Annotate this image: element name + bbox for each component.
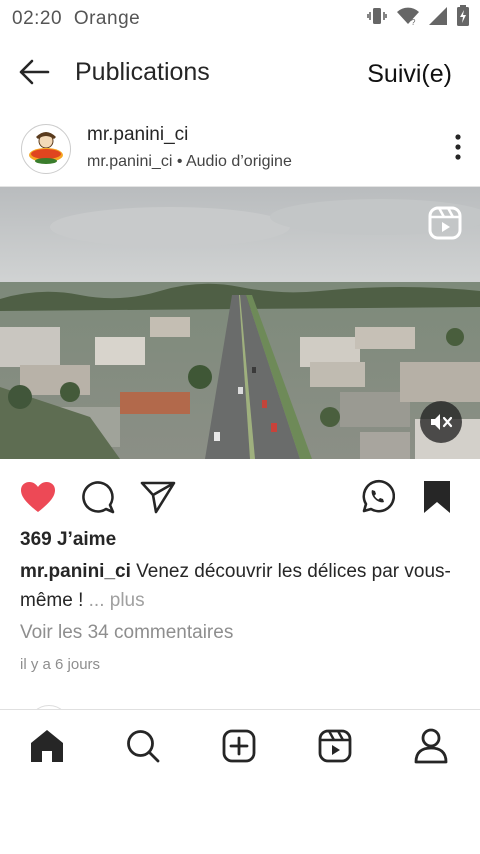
view-comments-link[interactable]: Voir les 34 commentaires: [20, 622, 233, 644]
video-frame: [0, 187, 480, 459]
share-button[interactable]: [139, 478, 177, 516]
bookmark-icon: [424, 481, 450, 513]
nav-profile[interactable]: [411, 726, 451, 766]
wifi-icon: ?: [396, 6, 420, 31]
muted-speaker-icon: [431, 414, 453, 430]
home-icon: [31, 730, 63, 762]
back-button[interactable]: [14, 54, 54, 90]
post-header: mr.panini_ci mr.panini_ci • Audio d’orig…: [0, 112, 480, 187]
like-button[interactable]: [19, 478, 57, 516]
reels-icon: [318, 729, 352, 763]
avatar[interactable]: [21, 124, 71, 174]
nav-search[interactable]: [123, 726, 163, 766]
post-caption: mr.panini_ci Venez découvrir les délices…: [20, 557, 460, 615]
status-bar: 02:20 Orange ?: [0, 0, 480, 36]
mute-toggle-button[interactable]: [420, 401, 462, 443]
nav-home[interactable]: [27, 726, 67, 766]
post-username[interactable]: mr.panini_ci: [87, 124, 188, 146]
carrier-name: Orange: [73, 8, 141, 29]
whatsapp-button[interactable]: [358, 478, 396, 516]
more-options-button[interactable]: [448, 132, 468, 162]
more-vertical-icon: [455, 134, 461, 160]
nav-create[interactable]: [219, 726, 259, 766]
audio-label[interactable]: Audio d’origine: [186, 153, 292, 170]
nav-reels[interactable]: [315, 726, 355, 766]
status-icons: ?: [366, 4, 470, 32]
comment-icon: [82, 481, 115, 514]
share-icon: [140, 481, 176, 514]
post-video[interactable]: [0, 187, 480, 459]
signal-icon: [428, 6, 448, 31]
like-count[interactable]: 369 J’aime: [20, 529, 116, 551]
caption-username[interactable]: mr.panini_ci: [20, 561, 131, 582]
vibrate-icon: [366, 5, 388, 32]
audio-info[interactable]: mr.panini_ci • Audio d’origine: [87, 153, 292, 171]
audio-separator: •: [172, 153, 186, 170]
profile-icon: [414, 728, 448, 764]
post-timestamp: il y a 6 jours: [20, 656, 101, 673]
post-actions: [0, 474, 480, 518]
following-button[interactable]: Suivi(e): [367, 60, 452, 89]
svg-text:?: ?: [411, 18, 416, 26]
comment-button[interactable]: [79, 478, 117, 516]
reels-icon: [428, 206, 462, 240]
top-app-bar: Publications Suivi(e): [0, 44, 480, 102]
bottom-navigation: [0, 709, 480, 782]
save-button[interactable]: [418, 478, 456, 516]
caption-more-link[interactable]: ... plus: [83, 590, 145, 611]
clock: 02:20: [12, 8, 63, 29]
status-time: 02:20 Orange: [12, 8, 140, 30]
battery-icon: [456, 4, 470, 32]
create-icon: [222, 729, 256, 763]
audio-owner[interactable]: mr.panini_ci: [87, 153, 172, 170]
page-title: Publications: [75, 58, 210, 86]
brand-logo-icon: [23, 126, 69, 172]
arrow-left-icon: [19, 59, 50, 85]
search-icon: [127, 730, 160, 763]
whatsapp-icon: [362, 479, 395, 513]
heart-icon: [21, 482, 55, 512]
